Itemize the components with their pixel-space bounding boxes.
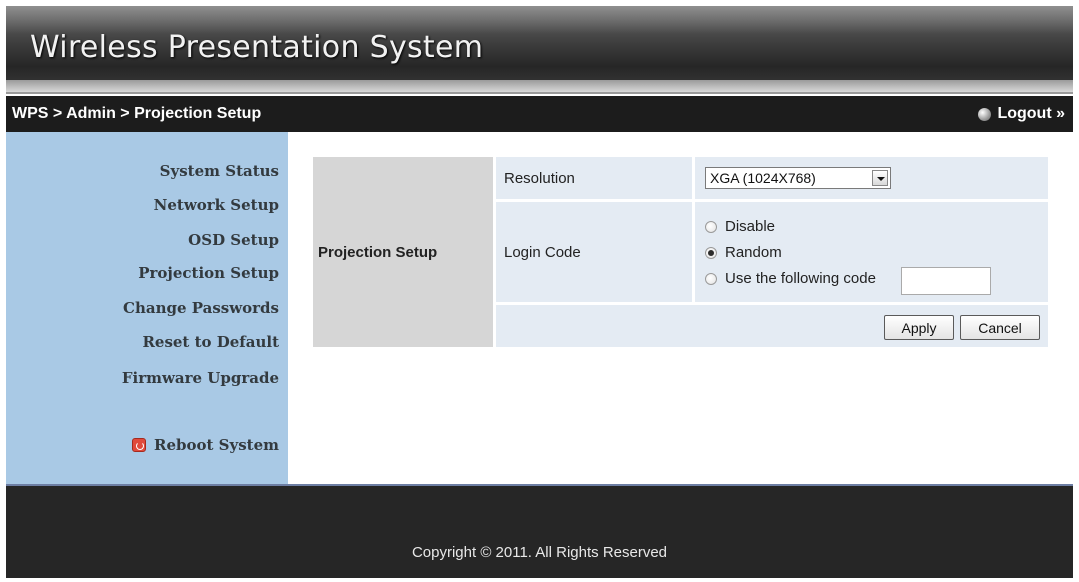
header-banner: Wireless Presentation System [6, 6, 1073, 94]
button-row: Apply Cancel [496, 305, 1048, 347]
resolution-label: Resolution [496, 157, 692, 199]
sidebar-item-change-passwords[interactable]: Change Passwords [123, 299, 279, 317]
chevron-down-icon [872, 170, 888, 186]
sidebar-item-osd-setup[interactable]: OSD Setup [188, 231, 279, 249]
sidebar-item-network-setup[interactable]: Network Setup [154, 196, 279, 214]
radio-random-label: Random [725, 244, 782, 261]
login-code-cell: Disable Random Use the following code [695, 202, 1048, 302]
radio-use-code-icon[interactable] [705, 272, 717, 285]
logout-bullet-icon [978, 107, 992, 121]
sidebar-item-reset-to-default[interactable]: Reset to Default [142, 333, 279, 351]
radio-disable-icon[interactable] [705, 220, 717, 233]
radio-use-code[interactable]: Use the following code [705, 270, 876, 287]
breadcrumb-bar: WPS > Admin > Projection Setup Logout » [6, 96, 1073, 132]
radio-disable-label: Disable [725, 218, 776, 235]
page: Wireless Presentation System WPS > Admin… [0, 0, 1079, 582]
sidebar-item-firmware-upgrade[interactable]: Firmware Upgrade [122, 369, 279, 387]
app-title: Wireless Presentation System [30, 30, 484, 65]
radio-random[interactable]: Random [705, 244, 782, 261]
cancel-button[interactable]: Cancel [960, 315, 1040, 340]
radio-random-icon[interactable] [705, 246, 717, 259]
apply-button[interactable]: Apply [884, 315, 954, 340]
projection-setup-panel: Projection Setup Resolution XGA (1024X76… [313, 157, 1048, 347]
logout-label: Logout » [997, 105, 1065, 122]
copyright-text: Copyright © 2011. All Rights Reserved [411, 544, 668, 561]
login-code-input[interactable] [901, 267, 991, 295]
login-code-label: Login Code [496, 202, 692, 302]
radio-disable[interactable]: Disable [705, 218, 775, 235]
section-label: Projection Setup [313, 157, 493, 347]
banner-gloss [6, 80, 1073, 92]
radio-use-code-label: Use the following code [725, 270, 876, 287]
reboot-label: Reboot System [154, 436, 279, 454]
resolution-cell: XGA (1024X768) [695, 157, 1048, 199]
power-icon [132, 438, 146, 452]
sidebar-item-projection-setup[interactable]: Projection Setup [138, 264, 279, 282]
sidebar-item-system-status[interactable]: System Status [160, 162, 279, 180]
breadcrumb: WPS > Admin > Projection Setup [12, 105, 262, 122]
resolution-select[interactable]: XGA (1024X768) [705, 167, 891, 189]
logout-link[interactable]: Logout » [978, 105, 1065, 123]
sidebar: System Status Network Setup OSD Setup Pr… [6, 132, 288, 484]
reboot-system-button[interactable]: Reboot System [132, 436, 279, 454]
footer: Copyright © 2011. All Rights Reserved [6, 484, 1073, 578]
resolution-value: XGA (1024X768) [710, 170, 816, 186]
